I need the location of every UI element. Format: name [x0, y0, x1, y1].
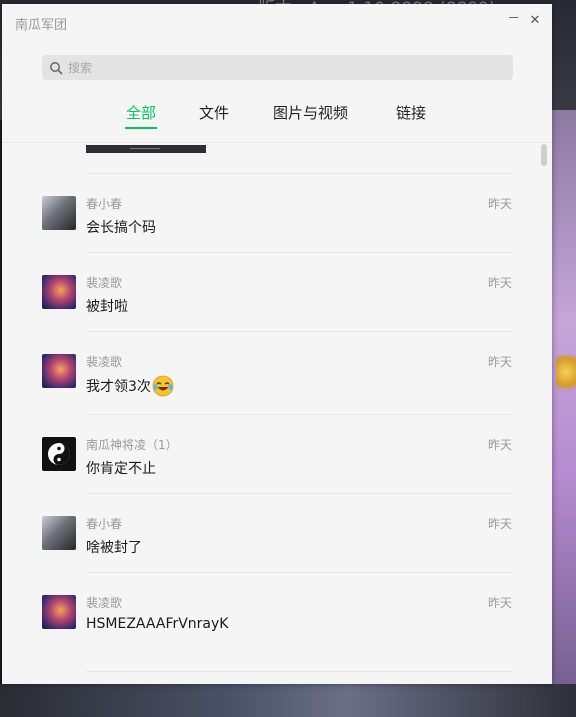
avatar-pei[interactable]	[42, 595, 76, 629]
tab-files[interactable]: 文件	[199, 102, 229, 129]
sender-name: 南瓜神将凌（1）	[86, 438, 178, 452]
background-scene-bottom	[0, 684, 576, 717]
avatar-pei[interactable]	[42, 275, 76, 309]
close-icon: ✕	[529, 12, 541, 28]
message-text-content: 我才领3次	[86, 379, 151, 395]
divider	[86, 572, 512, 573]
message-time: 昨天	[487, 517, 512, 531]
image-thumbnail[interactable]	[86, 145, 206, 153]
tab-all[interactable]: 全部	[125, 102, 158, 129]
message-list[interactable]: 春小春 昨天 会长搞个码 裴凌歌 昨天 被封啦 裴凌歌 昨天 我才领3次 南瓜神…	[2, 143, 552, 684]
avatar-pei[interactable]	[42, 354, 76, 388]
background-ornament	[556, 355, 576, 389]
list-item[interactable]: 裴凌歌 昨天 我才领3次	[2, 351, 552, 411]
sender-name: 春小春	[86, 197, 123, 211]
divider	[86, 671, 512, 672]
divider	[86, 331, 512, 332]
sender-name: 裴凌歌	[86, 355, 123, 369]
message-text: 我才领3次	[86, 375, 174, 397]
avatar-chun[interactable]	[42, 516, 76, 550]
category-tabs: 全部 文件 图片与视频 链接	[2, 102, 552, 134]
message-time: 昨天	[487, 197, 512, 211]
scrollbar-thumb[interactable]	[541, 144, 547, 166]
tab-all-label: 全部	[126, 104, 157, 122]
tab-photos-videos[interactable]: 图片与视频	[273, 102, 348, 129]
yin-yang-icon	[48, 443, 70, 465]
message-text: 会长搞个码	[86, 220, 156, 236]
search-input[interactable]	[68, 60, 488, 75]
list-item[interactable]: 春小春 昨天 啥被封了	[2, 513, 552, 573]
list-item[interactable]: 裴凌歌 昨天 被封啦	[2, 272, 552, 332]
message-time: 昨天	[487, 276, 512, 290]
minimize-icon	[508, 16, 518, 18]
search-box[interactable]	[42, 55, 513, 80]
message-time: 昨天	[487, 438, 512, 452]
sender-name: 裴凌歌	[86, 596, 123, 610]
divider	[86, 414, 512, 415]
divider	[86, 493, 512, 494]
laugh-cry-emoji-icon	[152, 375, 174, 397]
tab-photos-videos-label: 图片与视频	[273, 104, 349, 122]
message-time: 昨天	[487, 596, 512, 610]
close-button[interactable]: ✕	[523, 9, 547, 31]
message-text: 啥被封了	[86, 540, 142, 556]
search-icon	[50, 61, 63, 74]
divider	[86, 173, 512, 174]
list-item[interactable]: 春小春 昨天 会长搞个码	[2, 193, 552, 253]
message-time: 昨天	[487, 355, 512, 369]
divider	[86, 252, 512, 253]
chat-history-window: 南瓜军团 ✕ 全部 文件 图片与视频 链接	[2, 4, 552, 684]
sender-name: 春小春	[86, 517, 123, 531]
message-text: 被封啦	[86, 299, 128, 315]
tab-links-label: 链接	[396, 104, 427, 122]
active-tab-underline	[125, 127, 158, 129]
message-text: 你肯定不止	[86, 461, 156, 477]
list-item[interactable]: 裴凌歌 昨天 HSMEZAAAFrVnrayK	[2, 592, 552, 652]
minimize-button[interactable]	[501, 9, 525, 31]
sender-name: 裴凌歌	[86, 276, 123, 290]
window-title: 南瓜军团	[15, 18, 68, 33]
tab-links[interactable]: 链接	[396, 102, 426, 129]
avatar-chun[interactable]	[42, 196, 76, 230]
tab-files-label: 文件	[199, 104, 230, 122]
background-character	[552, 110, 576, 717]
list-item[interactable]: 南瓜神将凌（1） 昨天 你肯定不止	[2, 434, 552, 494]
avatar-yinyang[interactable]	[42, 437, 76, 471]
message-text: HSMEZAAAFrVnrayK	[86, 616, 229, 632]
